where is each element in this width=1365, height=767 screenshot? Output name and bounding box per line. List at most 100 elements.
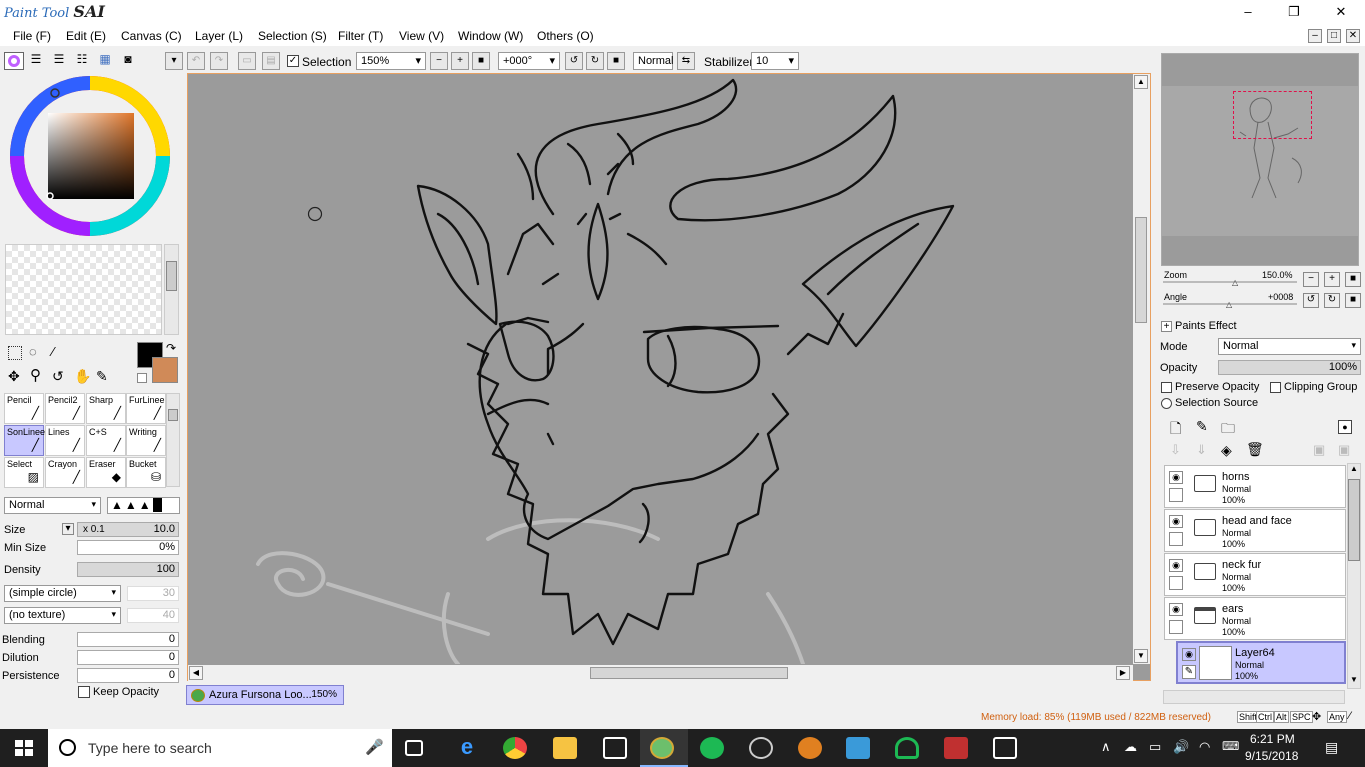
scratchpad[interactable] [5,244,162,335]
size-dropdown-button[interactable]: ▾ [62,523,74,535]
clock-date[interactable]: 9/15/2018 [1245,749,1298,763]
rotate-left-button[interactable]: ↺ [565,52,583,70]
swatches-icon[interactable]: ▦ [96,52,114,70]
microphone-icon[interactable]: 🎤 [365,738,384,756]
brush-eraser[interactable]: Eraser ◆ [86,457,126,488]
doc-maximize-button[interactable]: □ [1327,29,1341,43]
layer-row[interactable]: ◉ horns Normal 100% [1164,465,1346,508]
size-slider[interactable]: x 0.1 10.0 [77,522,179,537]
language-icon[interactable]: ⌨ [1222,739,1239,753]
layer-lock-checkbox[interactable] [1169,576,1183,590]
color-wheel-tab[interactable] [4,52,24,70]
clock-time[interactable]: 6:21 PM [1250,732,1295,746]
nav-zoom-slider[interactable]: △ [1163,278,1297,287]
brush-cs[interactable]: C+S ╱ [86,425,126,456]
canvas-vertical-scrollbar[interactable]: ▲ ▼ [1133,74,1150,664]
menu-canvas[interactable]: Canvas (C) [121,29,182,43]
brush-bucket[interactable]: Bucket ⛁ [126,457,166,488]
visibility-eye-icon[interactable]: ◉ [1182,648,1196,661]
magic-wand-icon[interactable]: ⁄ [52,344,54,359]
menu-selection[interactable]: Selection (S) [258,29,327,43]
layer-opacity-slider[interactable]: 100% [1218,360,1361,375]
rect-select-icon[interactable] [8,346,22,360]
navigator-preview[interactable] [1161,53,1359,266]
brush-pencil[interactable]: Pencil ╱ [4,393,44,424]
volume-icon[interactable]: 🔊 [1173,739,1189,755]
transparent-color-icon[interactable] [137,373,147,383]
chrome-icon[interactable] [503,737,527,759]
visibility-eye-icon[interactable]: ◉ [1169,471,1183,484]
nav-rotate-reset-button[interactable]: ■ [1345,293,1361,308]
doc-close-button[interactable]: ✕ [1346,29,1360,43]
secondary-color-swatch[interactable] [152,357,178,383]
hscroll-thumb[interactable] [590,667,788,679]
layer-list-scrollbar[interactable]: ▲ ▼ [1347,463,1361,689]
layer-lock-checkbox[interactable] [1169,620,1183,634]
layer-scroll-up-button[interactable]: ▲ [1348,464,1360,477]
brush-edge-selector[interactable]: ▲▲▲■ [107,497,180,514]
scratchpad-icon[interactable]: ◙ [119,52,137,70]
flip-canvas-button[interactable]: ⇆ [677,52,695,70]
new-layer-icon[interactable]: 🗋 [1170,418,1181,442]
drawing-canvas[interactable] [188,74,1132,664]
blending-slider[interactable]: 0 [77,632,179,647]
min-size-slider[interactable]: 0% [77,540,179,555]
brush-sharp[interactable]: Sharp ╱ [86,393,126,424]
transfer-down-icon[interactable]: ⇩ [1170,442,1181,458]
visibility-eye-icon[interactable]: ◉ [1169,603,1183,616]
preserve-opacity-checkbox[interactable] [1161,382,1172,393]
store-icon[interactable] [846,737,870,759]
brush-shape-select[interactable]: (simple circle) ▾ [4,585,121,602]
canvas-horizontal-scrollbar[interactable]: ◀ ▶ [188,665,1133,681]
hsv-slider-icon[interactable]: ☰ [50,52,68,70]
edge-icon[interactable]: e [455,734,479,759]
apply-mask-icon[interactable]: ▣ [1313,442,1325,458]
nav-zoom-out-button[interactable]: − [1303,272,1319,287]
view-mode-select[interactable]: Normal [633,52,673,70]
visibility-eye-icon[interactable]: ◉ [1169,559,1183,572]
blender-icon[interactable] [798,737,822,759]
brush-texture-select[interactable]: (no texture) ▾ [4,607,121,624]
invert-selection-button[interactable]: ▤ [262,52,280,70]
layer-row[interactable]: ◉ ears Normal 100% [1164,597,1346,640]
download-app-icon[interactable] [944,737,968,759]
panel-menu-button[interactable]: ▾ [165,52,183,70]
layer-list-hscrollbar[interactable] [1163,690,1345,704]
layer-row[interactable]: ◉ head and face Normal 100% [1164,509,1346,552]
dilution-slider[interactable]: 0 [77,650,179,665]
stabilizer-select[interactable]: 10 ▾ [751,52,799,70]
mail-icon[interactable] [993,737,1017,759]
scroll-right-button[interactable]: ▶ [1116,666,1130,680]
persistence-slider[interactable]: 0 [77,668,179,683]
minimize-button[interactable]: – [1225,0,1271,24]
zoom-out-button[interactable]: − [430,52,448,70]
brush-shape-strength[interactable]: 30 [127,586,179,601]
rotate-reset-button[interactable]: ■ [607,52,625,70]
nav-zoom-handle[interactable]: △ [1232,278,1238,287]
merge-down-icon[interactable]: ⇓ [1196,442,1207,458]
brush-list-scrollbar[interactable] [166,393,180,487]
nav-angle-slider[interactable]: △ [1163,300,1297,309]
menu-window[interactable]: Window (W) [458,29,523,43]
paints-effect-expand-icon[interactable]: + [1161,321,1172,332]
rotate-right-button[interactable]: ↻ [586,52,604,70]
close-button[interactable]: ✕ [1318,0,1364,24]
brush-writing[interactable]: Writing ╱ [126,425,166,456]
new-folder-icon[interactable]: 🗀 [1221,418,1235,442]
task-view-icon[interactable] [405,740,423,756]
delete-layer-icon[interactable]: 🗑 [1246,441,1264,458]
zoom-in-button[interactable]: + [451,52,469,70]
layer-scroll-thumb[interactable] [1348,479,1360,561]
menu-others[interactable]: Others (O) [537,29,594,43]
swap-colors-icon[interactable]: ↷ [166,341,176,355]
layer-lock-checkbox[interactable] [1169,488,1183,502]
scroll-up-button[interactable]: ▲ [1134,75,1148,89]
nav-zoom-in-button[interactable]: + [1324,272,1340,287]
brush-texture-strength[interactable]: 40 [127,608,179,623]
brush-sonlinee[interactable]: SonLinee ╱ [4,425,45,456]
battery-icon[interactable]: ▭ [1149,739,1161,755]
brush-crayon[interactable]: Crayon ╱ [45,457,85,488]
scroll-left-button[interactable]: ◀ [189,666,203,680]
brush-lines[interactable]: Lines ╱ [45,425,85,456]
nav-rotate-right-button[interactable]: ↻ [1324,293,1340,308]
